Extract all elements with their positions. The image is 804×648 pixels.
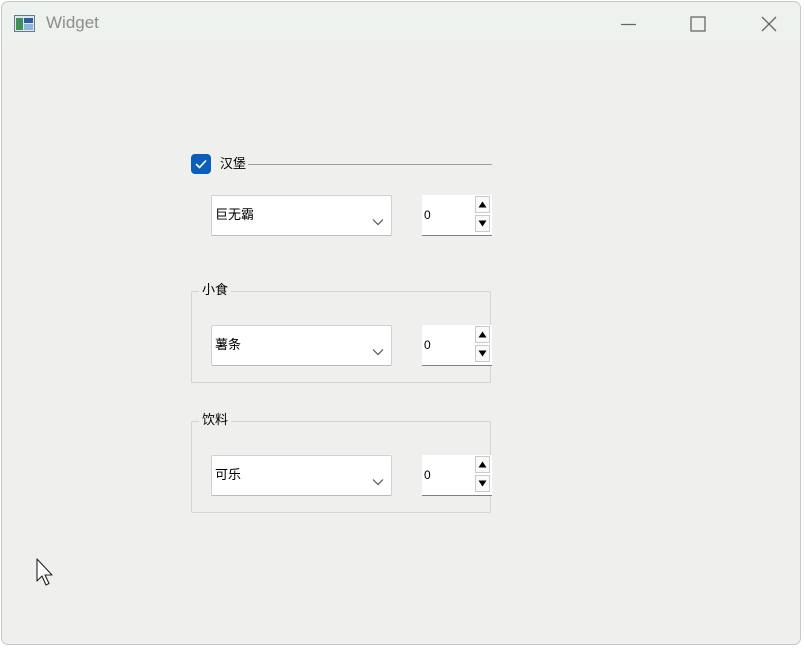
title-bar[interactable]: Widget <box>2 2 800 46</box>
burger-checkbox[interactable] <box>191 154 211 174</box>
drink-group-title: 饮料 <box>199 413 232 429</box>
snack-spin-up-button[interactable] <box>475 326 490 343</box>
drink-spin-up-button[interactable] <box>475 456 490 473</box>
burger-spin-down-button[interactable] <box>475 215 490 232</box>
mouse-pointer-icon <box>36 558 56 592</box>
burger-label[interactable]: 汉堡 <box>220 157 246 173</box>
drink-quantity-spinbox[interactable]: 0 <box>422 455 492 496</box>
burger-quantity-value[interactable]: 0 <box>424 208 431 222</box>
drink-combobox[interactable]: 可乐 <box>211 455 392 496</box>
window-title: Widget <box>46 13 99 32</box>
snack-quantity-spinbox[interactable]: 0 <box>422 325 492 366</box>
chevron-down-icon <box>372 471 384 490</box>
maximize-button[interactable] <box>674 8 720 40</box>
app-window-icon <box>14 15 35 32</box>
burger-combobox-value: 巨无霸 <box>215 208 255 223</box>
snack-quantity-value[interactable]: 0 <box>424 338 431 352</box>
minimize-button[interactable] <box>605 8 651 40</box>
snack-combobox[interactable]: 薯条 <box>211 325 392 366</box>
close-button[interactable] <box>745 8 791 40</box>
group-divider <box>248 164 492 165</box>
drink-spin-down-button[interactable] <box>475 475 490 492</box>
chevron-down-icon <box>372 341 384 360</box>
drink-quantity-value[interactable]: 0 <box>424 468 431 482</box>
chevron-down-icon <box>372 211 384 230</box>
snack-spin-down-button[interactable] <box>475 345 490 362</box>
snack-group-title: 小食 <box>199 283 232 299</box>
burger-quantity-spinbox[interactable]: 0 <box>422 195 492 236</box>
burger-spin-up-button[interactable] <box>475 196 490 213</box>
burger-combobox[interactable]: 巨无霸 <box>211 195 392 236</box>
snack-combobox-value: 薯条 <box>215 338 242 353</box>
drink-combobox-value: 可乐 <box>215 468 242 483</box>
